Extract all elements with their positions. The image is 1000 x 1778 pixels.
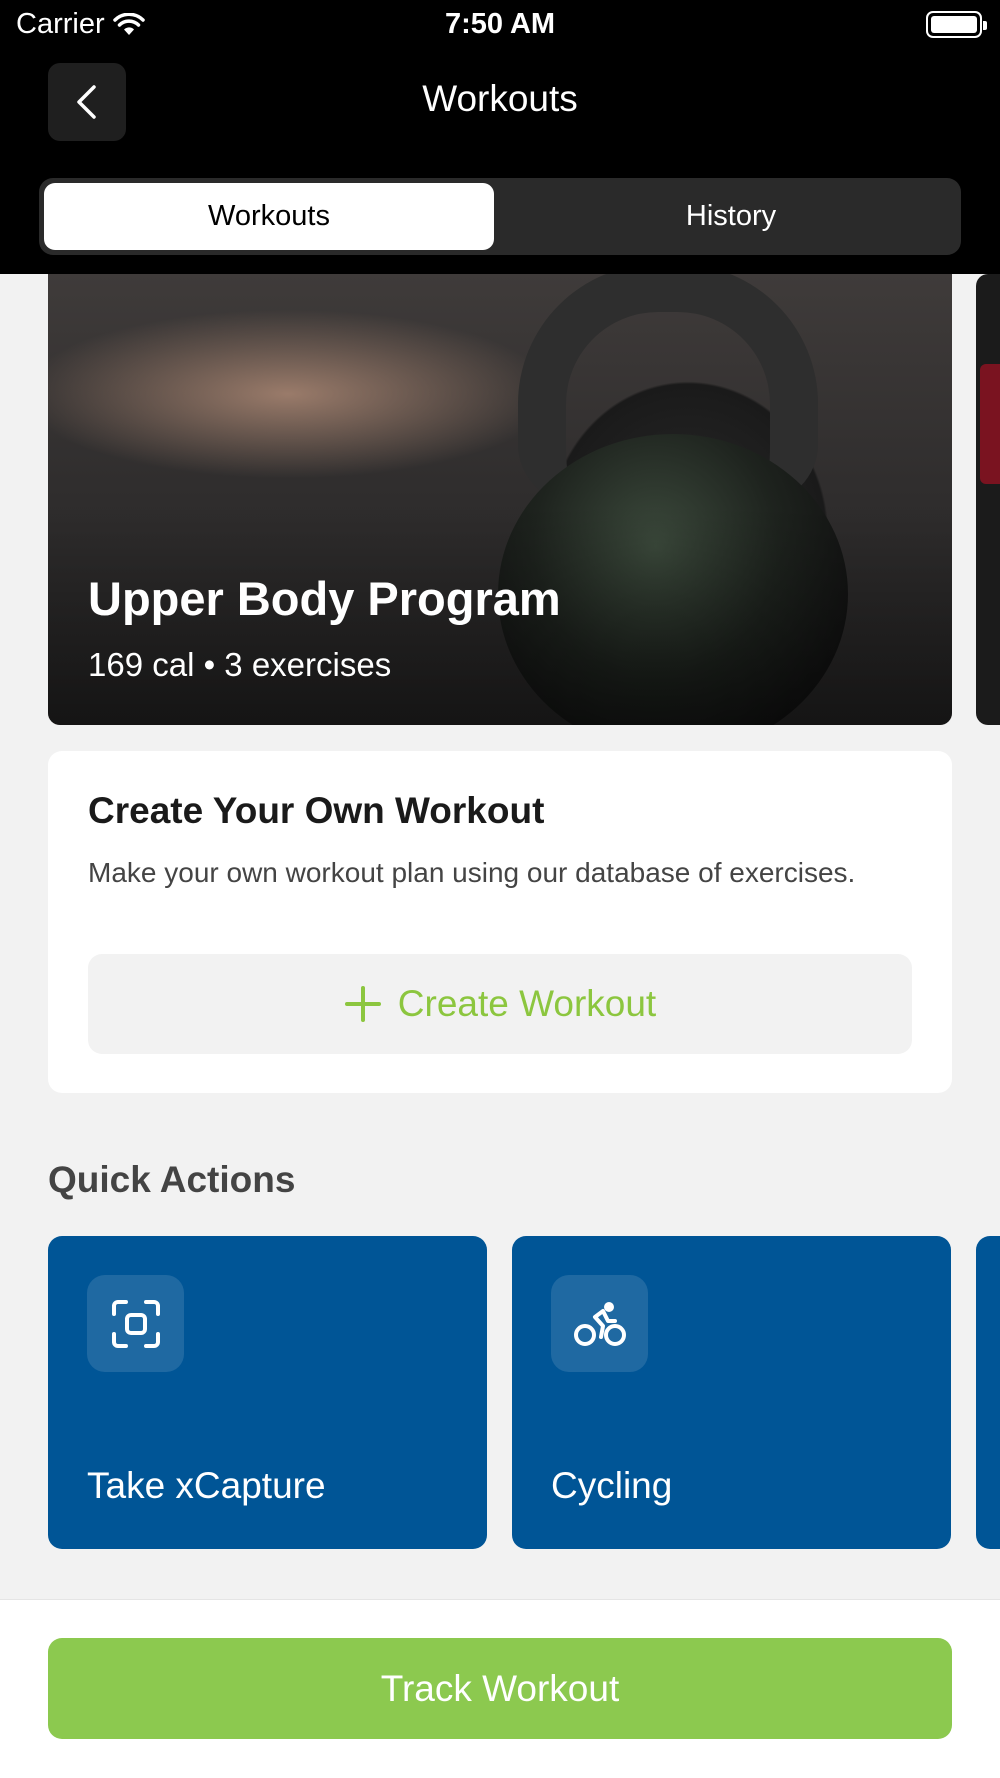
quick-action-label: Cycling bbox=[551, 1465, 673, 1506]
quick-action-label: Take xCapture bbox=[87, 1465, 326, 1506]
plus-icon bbox=[344, 986, 381, 1022]
quick-actions-heading: Quick Actions bbox=[48, 1159, 296, 1200]
segmented-control: Workouts History bbox=[39, 178, 961, 255]
tab-workouts[interactable]: Workouts bbox=[44, 183, 494, 250]
quick-action-icon-tile bbox=[87, 1275, 184, 1372]
scan-icon bbox=[111, 1299, 160, 1348]
track-workout-button[interactable]: Track Workout bbox=[48, 1638, 952, 1739]
page-title: Workouts bbox=[422, 78, 578, 119]
status-time: 7:50 AM bbox=[444, 8, 556, 40]
battery-icon bbox=[926, 11, 987, 38]
quick-action-cycling[interactable]: Cycling bbox=[512, 1236, 951, 1549]
create-workout-description: Make your own workout plan using our dat… bbox=[88, 857, 856, 888]
bicycle-icon bbox=[573, 1301, 626, 1346]
quick-action-next[interactable] bbox=[976, 1236, 1000, 1549]
create-workout-button[interactable]: Create Workout bbox=[88, 954, 912, 1054]
featured-workout-title: Upper Body Program bbox=[88, 572, 561, 625]
create-workout-label: Create Workout bbox=[397, 983, 657, 1024]
top-header: Carrier 7:50 AM Workouts Workouts Histor… bbox=[0, 0, 1000, 274]
bottom-bar: Track Workout bbox=[0, 1599, 1000, 1778]
status-bar: Carrier 7:50 AM bbox=[0, 0, 1000, 52]
featured-workout-meta: 169 cal • 3 exercises bbox=[88, 646, 392, 683]
quick-action-xcapture[interactable]: Take xCapture bbox=[48, 1236, 487, 1549]
create-workout-card: Create Your Own Workout Make your own wo… bbox=[48, 751, 952, 1093]
next-workout-card[interactable] bbox=[976, 274, 1000, 725]
quick-action-icon-tile bbox=[551, 1275, 648, 1372]
create-workout-title: Create Your Own Workout bbox=[88, 790, 545, 831]
featured-workout-card[interactable]: Upper Body Program 169 cal • 3 exercises bbox=[48, 274, 952, 725]
tab-history[interactable]: History bbox=[506, 183, 956, 250]
